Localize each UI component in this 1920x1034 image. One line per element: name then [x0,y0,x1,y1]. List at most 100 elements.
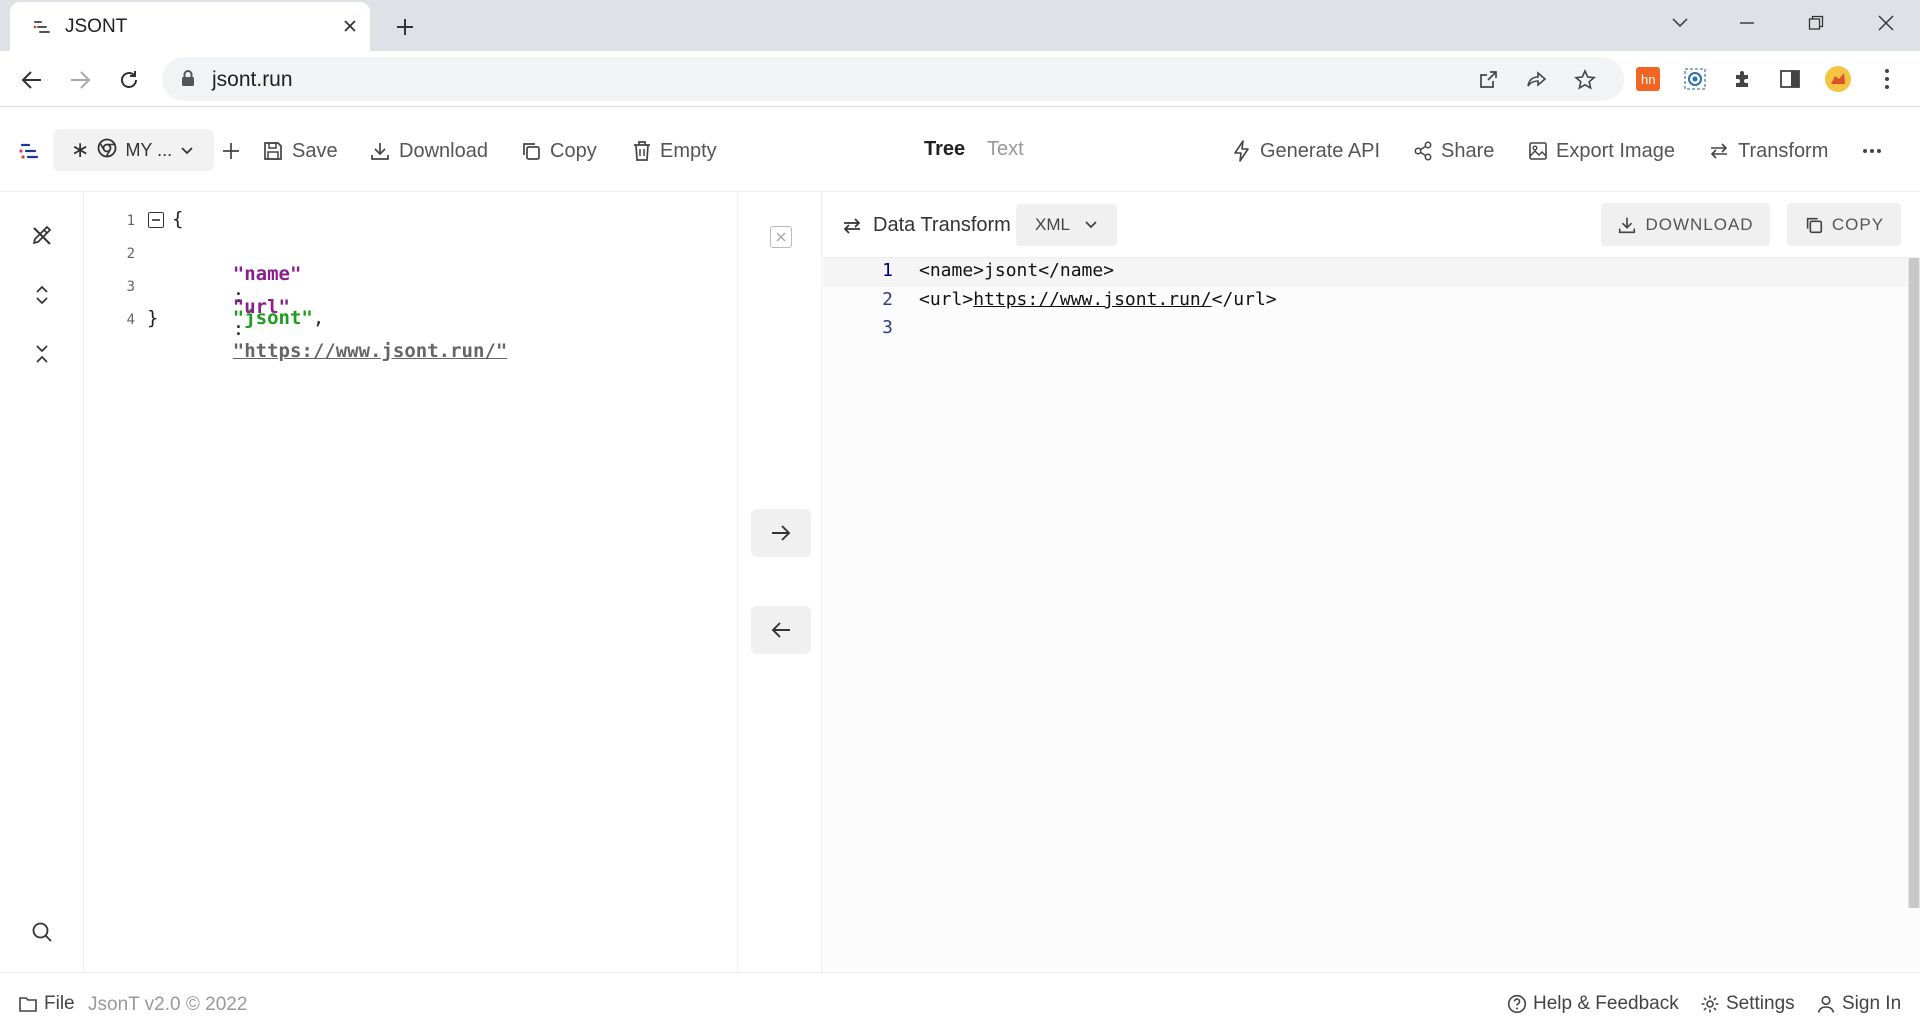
empty-label: Empty [660,139,717,162]
copy-icon [1806,217,1822,233]
json-url-value[interactable]: "https://www.jsont.run/" [233,340,508,362]
help-icon [1507,994,1527,1014]
format-select[interactable]: XML [1016,204,1117,246]
share-label: Share [1441,139,1495,162]
output-line: 1 <name>jsont</name> [823,258,1908,287]
jsont-favicon-icon [32,17,52,37]
app-logo-icon[interactable] [18,136,40,166]
expand-all-icon[interactable] [26,279,58,311]
capture-extension-icon[interactable] [1681,65,1709,93]
forward-icon[interactable] [65,65,95,95]
transform-button[interactable]: Transform [1708,136,1828,166]
download-button[interactable]: Download [369,136,488,166]
user-icon [1817,995,1835,1013]
sign-in-label: Sign In [1842,993,1902,1014]
arrow-right-icon [772,525,791,541]
help-feedback-label: Help & Feedback [1533,993,1679,1014]
output-scrollbar[interactable] [1908,258,1920,908]
json-editor[interactable]: 1 2 3 4 { "name" : "jsont", "url" : "htt… [85,192,737,972]
settings-label: Settings [1726,993,1795,1014]
restore-icon[interactable] [1796,8,1836,38]
hn-extension-icon[interactable]: hn [1634,65,1662,93]
format-select-value: XML [1035,215,1070,234]
side-panel-icon[interactable] [1776,65,1804,93]
copy-button[interactable]: Copy [520,136,597,166]
chevron-down-icon [180,140,194,161]
new-tab-icon[interactable] [390,12,420,42]
save-icon [264,142,282,160]
document-select[interactable]: ∗ MY ... [53,129,214,171]
tab-close-icon[interactable] [338,14,362,38]
save-button[interactable]: Save [262,136,338,166]
sign-in-button[interactable]: Sign In [1816,993,1901,1015]
share-icon [1414,141,1432,161]
browser-toolbar: jsont.run hn [0,51,1920,107]
line-number: 1 [126,213,135,229]
apply-right-button[interactable] [751,509,811,557]
collapse-node-icon[interactable] [148,212,164,228]
search-icon[interactable] [26,916,58,948]
generate-api-button[interactable]: Generate API [1232,136,1380,166]
export-image-label: Export Image [1556,139,1675,162]
more-menu-icon[interactable] [1862,136,1882,166]
arrow-left-icon [771,622,790,638]
scroll-thumb[interactable] [1909,258,1919,908]
json-close-brace: } [147,307,159,329]
line-number: 3 [126,279,135,295]
chrome-logo-icon [97,138,117,163]
share-button[interactable]: Share [1413,136,1494,166]
json-open-brace: { [172,208,184,230]
file-button[interactable]: File [18,993,75,1015]
settings-button[interactable]: Settings [1700,993,1795,1015]
open-in-app-icon[interactable] [1476,68,1500,92]
apply-left-button[interactable] [751,606,811,654]
output-line: 2 <url>https://www.jsont.run/</url> [823,287,1908,316]
transfer-column [737,192,822,972]
back-icon[interactable] [17,65,47,95]
panel-title-label: Data Transform [873,214,1011,236]
tab-text[interactable]: Text [987,138,1024,161]
export-image-button[interactable]: Export Image [1528,136,1675,166]
output-download-button[interactable]: DOWNLOAD [1601,203,1770,246]
transform-arrows-icon [843,217,861,234]
bookmark-star-icon[interactable] [1573,68,1597,92]
lock-icon [180,69,196,92]
add-document-button[interactable] [222,136,240,166]
minimize-icon[interactable] [1727,8,1767,38]
browser-tab[interactable]: JSONT [10,2,370,51]
browser-menu-icon[interactable] [1873,65,1901,93]
status-bar: File JsonT v2.0 © 2022 Help & Feedback S… [0,972,1920,1034]
window-close-icon[interactable] [1866,8,1906,38]
download-label: Download [399,139,488,162]
output-line-code: <name>jsont</name> [919,260,1115,281]
output-copy-button[interactable]: COPY [1787,203,1901,246]
tab-search-chevron-icon[interactable] [1660,8,1700,38]
generate-api-label: Generate API [1260,139,1381,162]
collapse-all-icon[interactable] [26,338,58,370]
transform-arrows-icon [1710,143,1728,159]
json-entry[interactable]: "url" : "https://www.jsont.run/" [187,274,508,384]
clear-format-icon[interactable] [26,220,58,252]
close-panel-icon[interactable] [770,226,792,248]
address-bar[interactable]: jsont.run [162,57,1624,101]
image-icon [1529,142,1547,160]
download-icon [371,143,389,160]
output-link[interactable]: https://www.jsont.run/ [973,289,1211,310]
tab-tree[interactable]: Tree [924,138,965,161]
left-rail [0,192,84,972]
asterisk-icon: ∗ [71,137,90,162]
json-key: "url" [232,296,290,318]
copy-label: Copy [550,139,597,162]
json-colon: : [232,318,245,340]
output-download-label: DOWNLOAD [1645,214,1754,234]
reload-icon[interactable] [114,65,144,95]
version-text: JsonT v2.0 © 2022 [88,994,248,1015]
profile-avatar[interactable] [1824,65,1852,93]
output-line-number: 1 [882,260,893,281]
extensions-puzzle-icon[interactable] [1729,65,1757,93]
empty-button[interactable]: Empty [632,136,717,166]
share-page-icon[interactable] [1525,68,1549,92]
trash-icon [634,141,650,161]
help-feedback-button[interactable]: Help & Feedback [1507,993,1679,1015]
output-line-number: 3 [882,317,893,338]
